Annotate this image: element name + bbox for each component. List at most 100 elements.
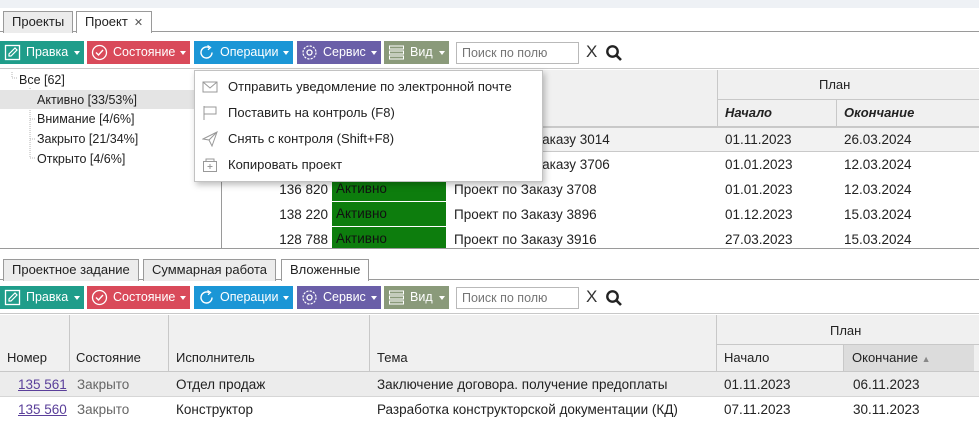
status-tree: Все [62] Активно [33/53%] Внимание [4/6%… xyxy=(0,70,221,248)
col-end-header[interactable]: Окончание xyxy=(844,105,914,120)
row-start-date: 01.11.2023 xyxy=(724,377,791,392)
row-start-date: 01.11.2023 xyxy=(725,132,792,147)
row-number-link[interactable]: 135 560 xyxy=(18,397,67,421)
refresh-icon xyxy=(200,44,213,59)
operations-label: Операции xyxy=(220,45,279,59)
col-end-header[interactable]: Окончание ▲ xyxy=(852,350,931,365)
operations-menu: Отправить уведомление по электронной поч… xyxy=(194,70,543,182)
view-button[interactable]: Вид xyxy=(384,286,449,309)
row-number-link[interactable]: 135 561 xyxy=(18,372,67,397)
tree-root[interactable]: Все [62] xyxy=(19,71,65,89)
row-executor: Конструктор xyxy=(176,402,253,417)
status-badge: Активно xyxy=(332,202,446,226)
operations-button[interactable]: Операции xyxy=(194,41,293,64)
chevron-down-icon xyxy=(371,296,377,300)
row-end-date: 30.11.2023 xyxy=(853,402,920,417)
header-divider xyxy=(717,99,979,100)
row-topic: Заказу 3706 xyxy=(534,157,610,172)
service-button[interactable]: Сервис xyxy=(297,41,381,64)
row-start-date: 27.03.2023 xyxy=(725,232,793,247)
row-topic: Заключение договора. получение предоплат… xyxy=(377,377,668,392)
top-strip xyxy=(0,0,979,8)
nested-grid: План Номер Состояние Исполнитель Тема На… xyxy=(0,315,979,421)
chevron-down-icon xyxy=(74,51,80,55)
tree-item-active[interactable]: Активно [33/53%] xyxy=(37,91,137,109)
edit-button[interactable]: Правка xyxy=(0,286,84,309)
row-state: Закрыто xyxy=(77,377,130,392)
view-button[interactable]: Вид xyxy=(384,41,449,64)
search-icon[interactable] xyxy=(605,44,623,62)
row-end-date: 06.11.2023 xyxy=(853,377,920,392)
tab-label: Суммарная работа xyxy=(152,262,268,277)
col-start-header[interactable]: Начало xyxy=(725,105,772,120)
nested-toolbar: Правка Состояние Операции Сервис Вид X xyxy=(0,282,979,314)
row-state: Закрыто xyxy=(77,402,130,417)
chevron-down-icon xyxy=(180,296,186,300)
search-input[interactable] xyxy=(456,42,579,64)
row-topic: Проект по Заказу 3916 xyxy=(454,232,597,247)
header-divider xyxy=(168,315,169,372)
tab-nested[interactable]: Вложенные xyxy=(281,259,370,281)
service-button[interactable]: Сервис xyxy=(297,286,381,309)
chevron-down-icon xyxy=(439,296,445,300)
list-view-icon xyxy=(389,290,404,305)
col-end-label: Окончание xyxy=(852,350,919,365)
tab-project-task[interactable]: Проектное задание xyxy=(3,259,139,281)
menu-item-remove-control[interactable]: Снять с контроля (Shift+F8) xyxy=(195,126,542,152)
row-start-date: 01.01.2023 xyxy=(725,157,793,172)
chevron-down-icon xyxy=(74,296,80,300)
row-end-date: 15.03.2024 xyxy=(844,232,912,247)
col-executor-header[interactable]: Исполнитель xyxy=(176,350,255,365)
header-divider xyxy=(717,70,718,127)
tree-item-closed[interactable]: Закрыто [21/34%] xyxy=(37,130,138,148)
tab-summary-work[interactable]: Суммарная работа xyxy=(143,259,277,281)
search-icon[interactable] xyxy=(605,289,623,307)
menu-item-set-control[interactable]: Поставить на контроль (F8) xyxy=(195,100,542,126)
row-start-date: 01.12.2023 xyxy=(725,207,793,222)
col-topic-header[interactable]: Тема xyxy=(377,350,408,365)
menu-item-send-email[interactable]: Отправить уведомление по электронной поч… xyxy=(195,74,542,100)
row-executor: Отдел продаж xyxy=(176,377,266,392)
status-badge: Активно xyxy=(332,227,446,248)
close-icon[interactable]: ✕ xyxy=(134,17,143,29)
state-label: Состояние xyxy=(113,45,176,59)
header-divider xyxy=(836,99,837,127)
menu-item-label: Снять с контроля (Shift+F8) xyxy=(228,131,395,146)
plan-group-header: План xyxy=(830,323,862,338)
check-circle-icon xyxy=(91,289,108,306)
state-button[interactable]: Состояние xyxy=(87,286,190,309)
refresh-icon xyxy=(200,289,213,304)
tab-project[interactable]: Проект ✕ xyxy=(76,11,153,33)
tab-label: Проектное задание xyxy=(12,262,130,277)
flag-icon xyxy=(203,106,217,120)
menu-item-copy-project[interactable]: Копировать проект xyxy=(195,152,542,178)
envelope-icon xyxy=(202,81,218,93)
state-button[interactable]: Состояние xyxy=(87,41,190,64)
menu-item-label: Копировать проект xyxy=(228,157,343,172)
tree-item-open[interactable]: Открыто [4/6%] xyxy=(37,150,125,168)
clear-search-icon[interactable]: X xyxy=(586,287,597,307)
tab-label: Вложенные xyxy=(290,262,361,277)
row-topic: Проект по Заказу 3896 xyxy=(454,207,597,222)
clear-search-icon[interactable]: X xyxy=(586,42,597,62)
tab-projects[interactable]: Проекты xyxy=(3,11,74,33)
tree-item-attention[interactable]: Внимание [4/6%] xyxy=(37,110,135,128)
state-label: Состояние xyxy=(113,290,176,304)
paper-plane-icon xyxy=(202,131,218,147)
col-state-header[interactable]: Состояние xyxy=(76,350,141,365)
edit-label: Правка xyxy=(26,45,69,59)
edit-label: Правка xyxy=(26,290,69,304)
search-input[interactable] xyxy=(456,287,579,309)
header-divider xyxy=(69,315,70,372)
col-number-header[interactable]: Номер xyxy=(7,350,47,365)
col-start-header[interactable]: Начало xyxy=(724,350,769,365)
edit-button[interactable]: Правка xyxy=(0,41,84,64)
row-end-date: 26.03.2024 xyxy=(844,132,912,147)
row-end-date: 12.03.2024 xyxy=(844,182,912,197)
row-number: 138 220 xyxy=(279,207,328,222)
main-toolbar: Правка Состояние Операции Сервис Вид X xyxy=(0,37,979,69)
gear-icon xyxy=(302,290,317,305)
tab-label: Проект xyxy=(85,14,128,29)
operations-button[interactable]: Операции xyxy=(194,286,293,309)
pencil-icon xyxy=(4,289,21,306)
